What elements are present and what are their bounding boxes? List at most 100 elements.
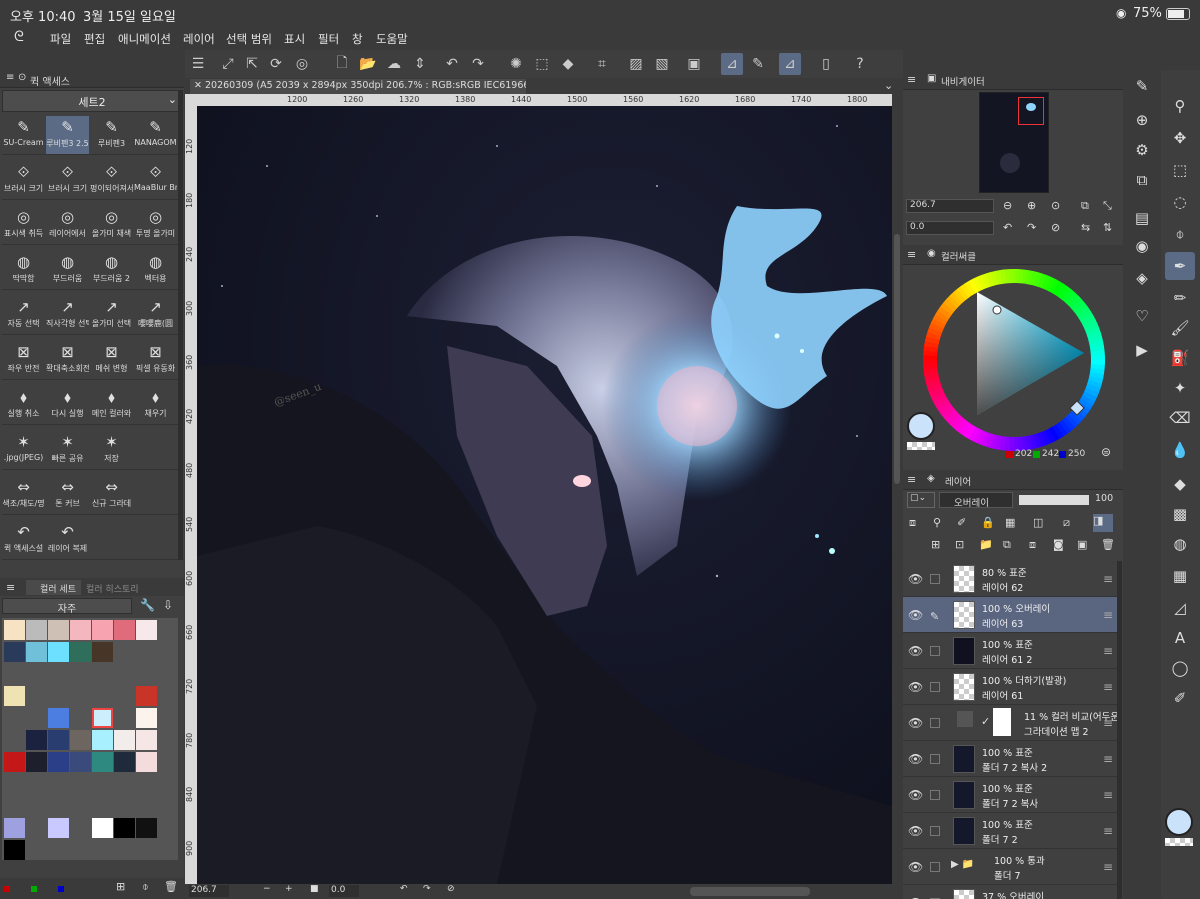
color-swatch[interactable] (92, 818, 113, 838)
rotate-right-icon[interactable]: ↷ (423, 884, 431, 894)
lock-alpha-icon[interactable]: ▦ (1005, 516, 1015, 529)
color-swatch[interactable] (114, 730, 135, 750)
quick-access-item[interactable]: ✎ 루비펜3 (90, 116, 133, 154)
eye-icon[interactable]: 👁 (908, 644, 923, 658)
blend-tool-icon[interactable]: 💧 (1165, 436, 1195, 464)
fill-tool-icon[interactable]: ◆ (1165, 470, 1195, 498)
menu-edit[interactable]: 편집 (84, 31, 105, 47)
pen-icon[interactable]: ✎ (930, 610, 940, 623)
quick-access-item[interactable]: ⟐ 브러시 크기 (46, 161, 89, 199)
drag-handle-icon[interactable]: ≡ (907, 248, 916, 261)
layer-checkbox[interactable] (930, 682, 940, 692)
layer-checkbox[interactable] (930, 790, 940, 800)
color-swatch[interactable] (4, 840, 25, 860)
layer-checkbox[interactable] (930, 574, 940, 584)
mask-add-icon[interactable]: ◙ (1053, 538, 1064, 551)
color-swatch[interactable] (48, 752, 69, 772)
eye-icon[interactable]: 👁 (908, 716, 923, 730)
eye-icon[interactable]: 👁 (908, 824, 923, 838)
pattern-tool-icon[interactable]: ◍ (1165, 530, 1195, 558)
layer-checkbox[interactable] (930, 646, 940, 656)
new-raster-icon[interactable]: ⊞ (931, 538, 940, 551)
undo-icon[interactable]: ↶ (441, 53, 463, 75)
rotate-left-icon[interactable]: ↶ (1003, 221, 1012, 234)
layer-checkbox[interactable] (930, 718, 940, 728)
layer-menu-icon[interactable]: ≡ (1103, 680, 1113, 694)
layer-menu-icon[interactable]: ≡ (1103, 716, 1113, 730)
chevron-down-icon[interactable]: ⌄ (884, 79, 893, 92)
color-swatch[interactable] (136, 708, 157, 728)
menu-animation[interactable]: 애니메이션 (118, 31, 171, 47)
rotate-left-icon[interactable]: ↶ (400, 884, 408, 894)
gamepad-icon[interactable]: ⊕ (1127, 106, 1157, 134)
quick-access-item[interactable]: ⇔ 톤 커브 (46, 476, 89, 514)
hamburger-icon[interactable]: ☰ (187, 53, 209, 75)
drag-handle-icon[interactable]: ≡ (907, 73, 916, 86)
brush-settings-icon[interactable]: ✎ (1127, 72, 1157, 100)
layer-scrollbar[interactable] (1117, 561, 1122, 899)
quick-access-item[interactable]: ↗ 자동 선택 (2, 296, 45, 334)
eye-icon[interactable]: 👁 (908, 680, 923, 694)
layer-menu-icon[interactable]: ≡ (1103, 824, 1113, 838)
quick-access-item[interactable]: ⬧ 실행 취소 (2, 386, 45, 424)
quick-access-item[interactable]: ⊠ 픽셀 유동화 (134, 341, 177, 379)
crop-icon[interactable]: ⌗ (591, 53, 613, 75)
layer-row[interactable]: 👁 100 % 표준 폴더 7 2 복사 2 ≡ (903, 741, 1117, 777)
balloon-tool-icon[interactable]: ◯ (1165, 654, 1195, 682)
navigator-view-frame[interactable] (1018, 97, 1044, 125)
quick-access-item[interactable]: ⇔ 색조/채도/명 (2, 476, 45, 514)
layer-row[interactable]: 👁 100 % 더하기(발광) 레이어 61 ≡ (903, 669, 1117, 705)
zoom-out-icon[interactable]: ⊖ (1003, 199, 1012, 212)
color-swatch[interactable] (70, 730, 91, 750)
navigator-preview[interactable] (979, 92, 1049, 193)
eyedropper-icon[interactable]: ⌽ (142, 880, 149, 894)
layer-menu-icon[interactable]: ≡ (1103, 608, 1113, 622)
pen-tool-icon[interactable]: ✒ (1165, 252, 1195, 280)
flip-v-icon[interactable]: ⇅ (1103, 221, 1112, 234)
angle-field[interactable]: 0.0 (329, 885, 359, 897)
quick-access-item[interactable]: ↶ 퀵 액세스설 (2, 521, 45, 559)
flip-h-icon[interactable]: ⇆ (1081, 221, 1090, 234)
expand-icon[interactable]: ⤡ (1103, 199, 1112, 213)
eyedropper-tool-icon[interactable]: ⌽ (1165, 220, 1195, 248)
heart-icon[interactable]: ♡ (1127, 302, 1157, 330)
wheel-mode-icon[interactable]: ⊜ (1101, 445, 1111, 459)
reset-rotation-icon[interactable]: ⊘ (447, 884, 455, 894)
quick-access-item[interactable]: ✎ 루비펜3 2.5 (46, 116, 89, 154)
quick-access-item[interactable]: ⇔ 신규 그라데 (90, 476, 133, 514)
color-swatch[interactable] (136, 620, 157, 640)
rotate-icon[interactable]: ⟳ (265, 53, 287, 75)
wrench-icon[interactable]: 🔧 (140, 598, 155, 612)
color-swatch[interactable] (70, 642, 91, 662)
drag-handle-icon[interactable]: ≡ (6, 72, 14, 83)
zoom-out-icon[interactable]: − (263, 884, 271, 894)
trash-icon[interactable]: 🗑 (164, 880, 178, 893)
transform-icon[interactable]: ⇱ (241, 53, 263, 75)
layer-checkbox[interactable] (930, 862, 940, 872)
redo-icon[interactable]: ↷ (467, 53, 489, 75)
layer-checkbox[interactable] (930, 826, 940, 836)
stop-icon[interactable]: ■ (310, 884, 319, 894)
quick-access-item[interactable]: ✶ 빠른 공유 (46, 431, 89, 469)
menu-file[interactable]: 파일 (50, 31, 71, 47)
zoom-in-icon[interactable]: ⊕ (1027, 199, 1036, 212)
eye-icon[interactable]: 👁 (908, 608, 923, 622)
main-color-swatch[interactable] (907, 412, 935, 440)
reset-rotation-icon[interactable]: ⊘ (1051, 221, 1060, 234)
color-swatch[interactable] (26, 620, 47, 640)
quick-access-item[interactable]: ✎ SU-Cream (2, 116, 45, 154)
ruler-tool-icon[interactable]: ◿ (1165, 594, 1195, 622)
menu-layer[interactable]: 레이어 (183, 31, 215, 47)
layer-menu-icon[interactable]: ≡ (1103, 644, 1113, 658)
drag-handle-icon[interactable]: ≡ (6, 581, 15, 594)
layer-color-icon[interactable]: ◨ (1093, 514, 1113, 532)
selection-show-icon[interactable]: ▣ (683, 53, 705, 75)
fill-icon[interactable]: ◆ (557, 53, 579, 75)
layer-menu-icon[interactable]: ≡ (1103, 860, 1113, 874)
quick-access-item[interactable]: ↶ 레이어 복제 (46, 521, 89, 559)
color-swatch[interactable] (4, 642, 25, 662)
quick-access-item[interactable]: ◎ 투명 올가미 (134, 206, 177, 244)
navigator-angle-field[interactable]: 0.0 (906, 221, 994, 235)
ruler-icon[interactable]: ⧄ (1063, 516, 1070, 530)
brush-snap-icon[interactable]: ✎ (747, 53, 769, 75)
